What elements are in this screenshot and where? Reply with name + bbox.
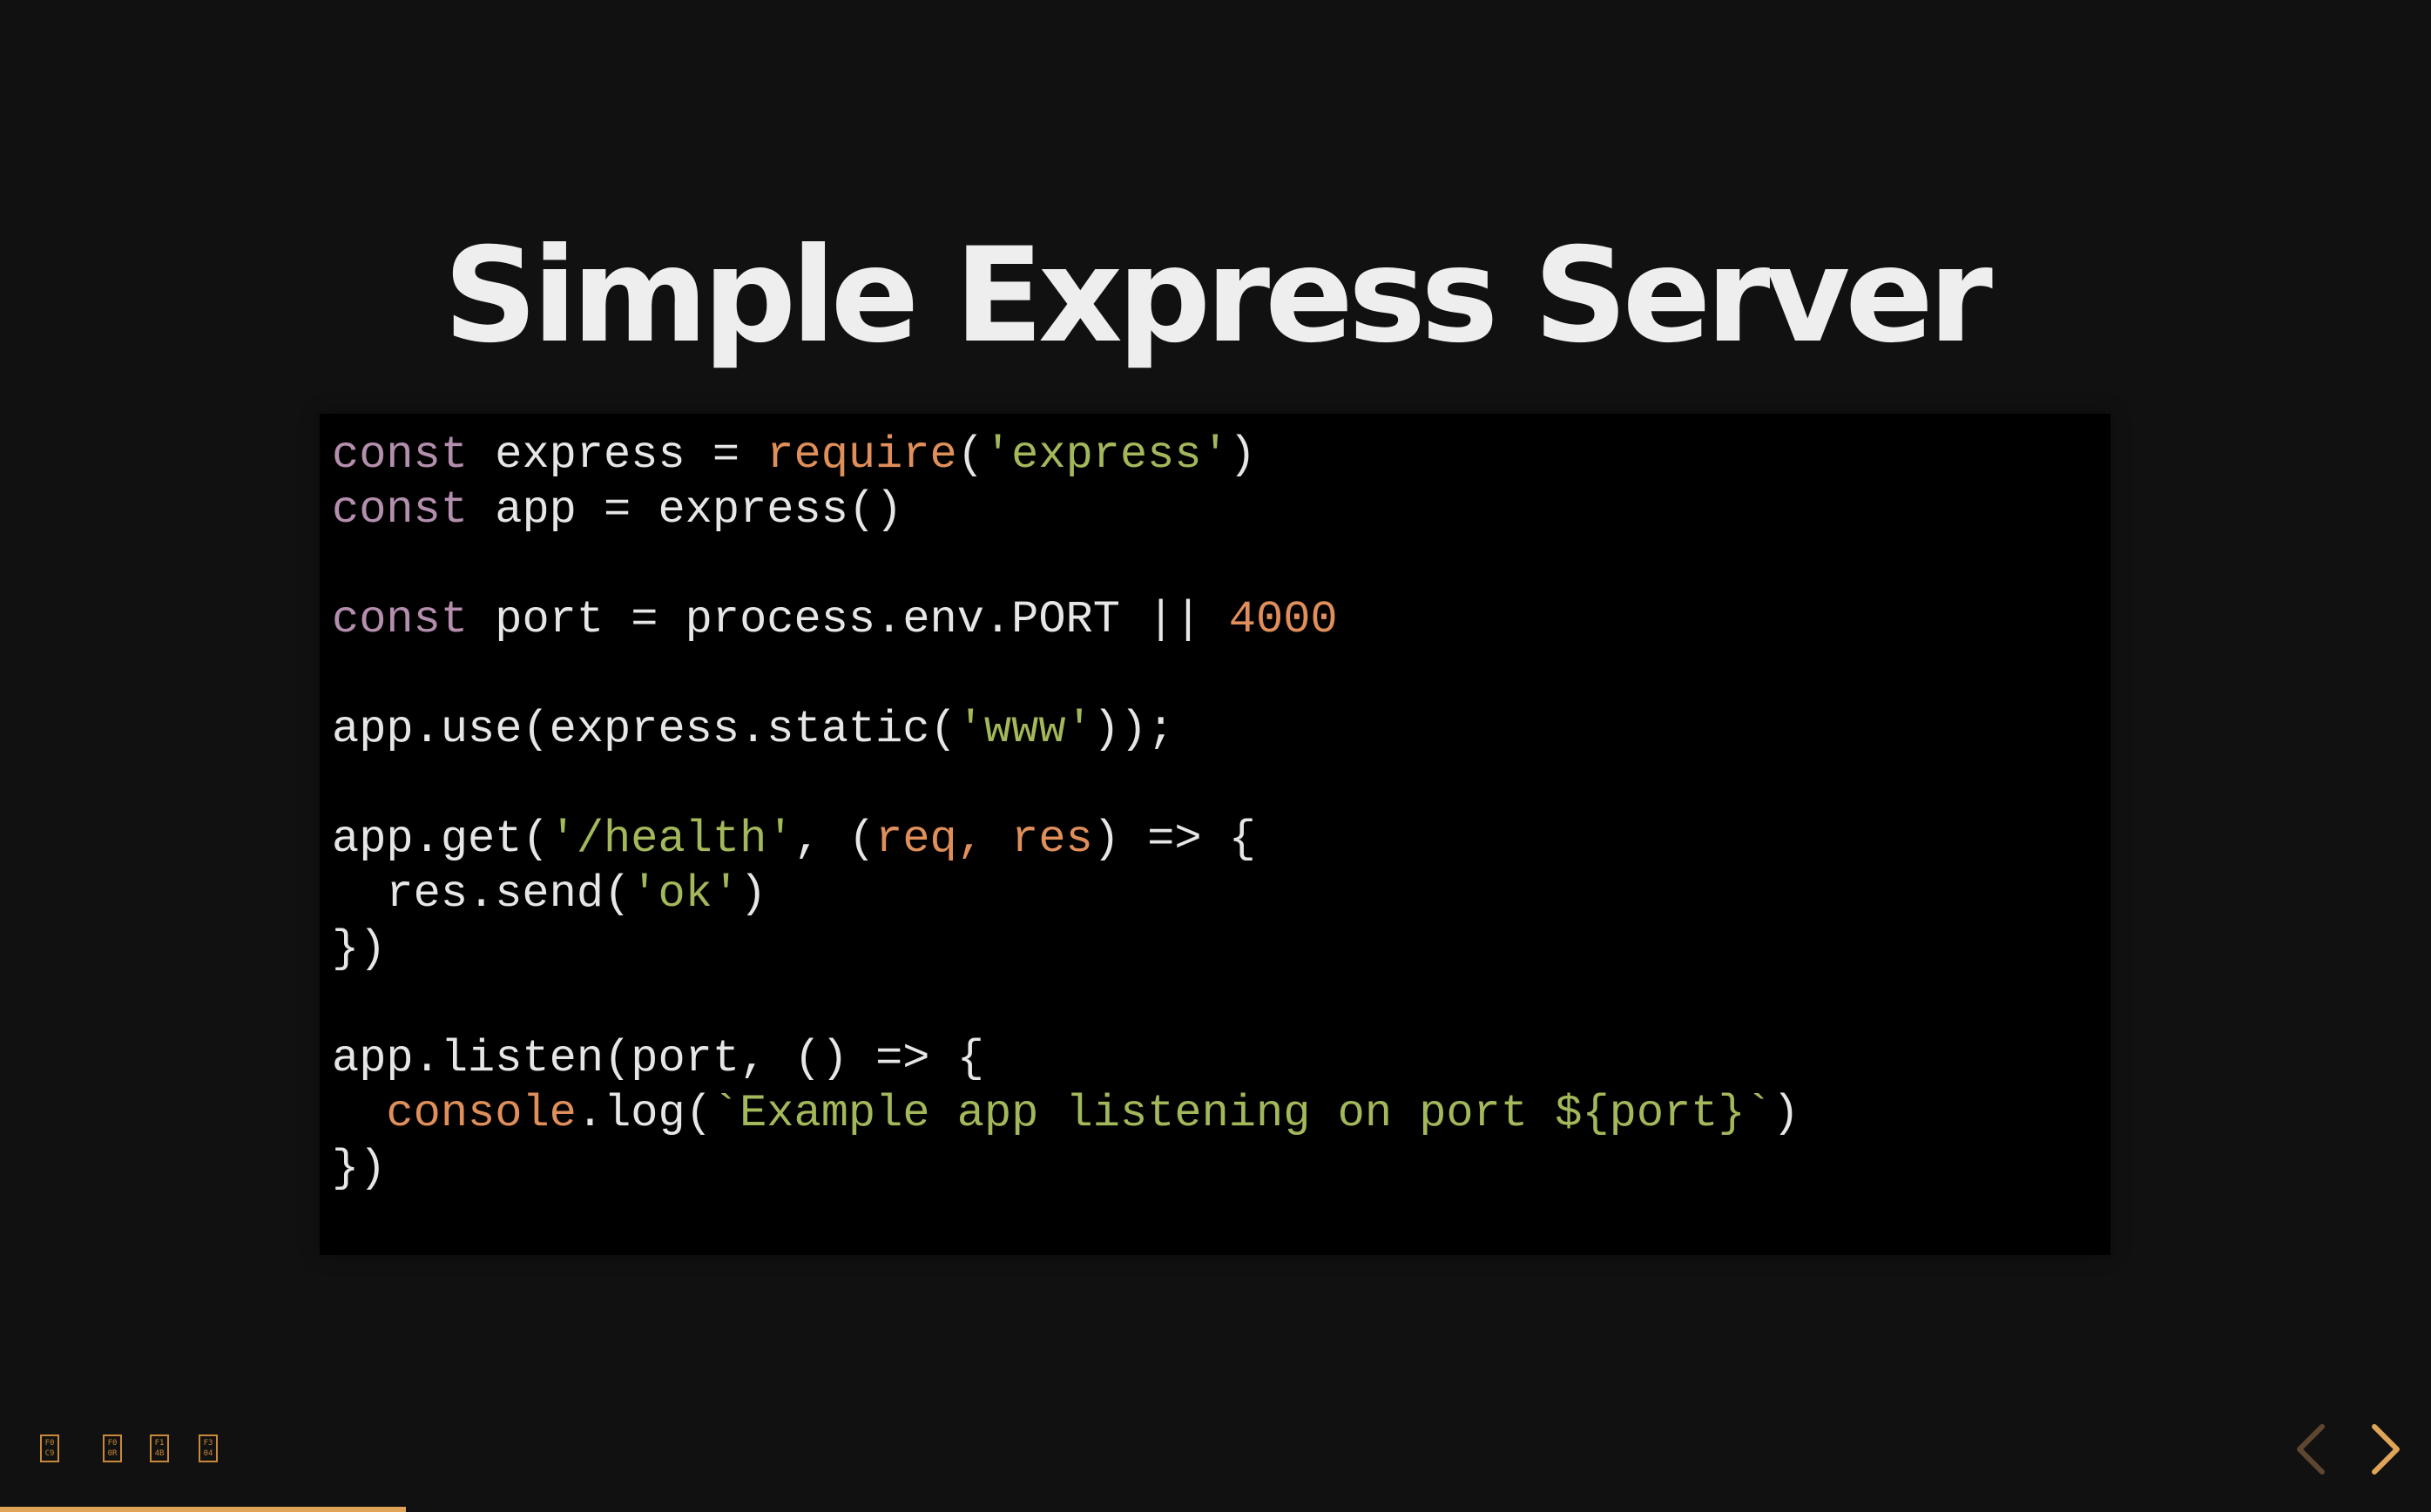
- next-slide-button[interactable]: [2367, 1421, 2406, 1477]
- slide-title: Simple Express Server: [443, 220, 1993, 372]
- progress-bar: [0, 1507, 407, 1512]
- code-token: .log(: [576, 1088, 712, 1139]
- code-line: }): [332, 921, 2098, 976]
- code-token: app = express(): [468, 484, 903, 536]
- code-line: app.use(express.static('www'));: [332, 702, 2098, 757]
- menu-icon-1[interactable]: F0 C9: [40, 1434, 59, 1462]
- code-token: 'express': [983, 429, 1229, 481]
- code-token: '/health': [549, 813, 794, 865]
- code-token: const: [332, 594, 469, 645]
- slide: Simple Express Server const express = re…: [0, 0, 2431, 1512]
- code-token: res.send(: [332, 868, 631, 920]
- code-token: req, res: [875, 813, 1093, 865]
- code-line: const app = express(): [332, 483, 2098, 537]
- code-block: const express = require('express') const …: [320, 414, 2110, 1255]
- prev-slide-button[interactable]: [2291, 1421, 2329, 1477]
- code-token: (: [956, 429, 984, 481]
- code-line: console.log(`Example app listening on po…: [332, 1086, 2098, 1141]
- code-token: `Example app listening on port ${port}`: [712, 1088, 1773, 1139]
- code-token: const: [332, 429, 469, 481]
- code-token: 'ok': [631, 868, 740, 920]
- code-token: 4000: [1228, 594, 1338, 645]
- code-line: app.listen(port, () => {: [332, 1031, 2098, 1086]
- code-token: const: [332, 484, 469, 536]
- code-token: ) => {: [1092, 813, 1256, 865]
- code-token: app.listen(port, () => {: [332, 1033, 984, 1084]
- menu-icon-4[interactable]: F3 04: [199, 1434, 218, 1462]
- code-token: , (: [793, 813, 876, 865]
- code-token: }): [332, 1143, 387, 1194]
- code-line: app.get('/health', (req, res) => {: [332, 812, 2098, 867]
- menu-icon-3[interactable]: F1 4B: [150, 1434, 169, 1462]
- code-line: }): [332, 1141, 2098, 1196]
- code-token: ): [1228, 429, 1257, 481]
- code-token: app.get(: [332, 813, 550, 865]
- code-line: const express = require('express'): [332, 428, 2098, 483]
- code-token: ): [739, 868, 767, 920]
- chevron-right-icon: [2372, 1424, 2400, 1475]
- chevron-left-icon: [2297, 1424, 2325, 1475]
- code-token: ): [1772, 1088, 1800, 1139]
- code-token: express =: [468, 429, 767, 481]
- code-token: console: [386, 1088, 577, 1139]
- code-line: res.send('ok'): [332, 867, 2098, 921]
- code-token: port = process.env.PORT ||: [468, 594, 1229, 645]
- code-token: require: [766, 429, 957, 481]
- menu-icon-2[interactable]: F0 0R: [103, 1434, 122, 1462]
- code-token: app.use(express.static(: [332, 704, 957, 755]
- code-token: }): [332, 923, 387, 975]
- code-line: const port = process.env.PORT || 4000: [332, 592, 2098, 647]
- code-token: 'www': [956, 704, 1093, 755]
- code-token: ));: [1092, 704, 1175, 755]
